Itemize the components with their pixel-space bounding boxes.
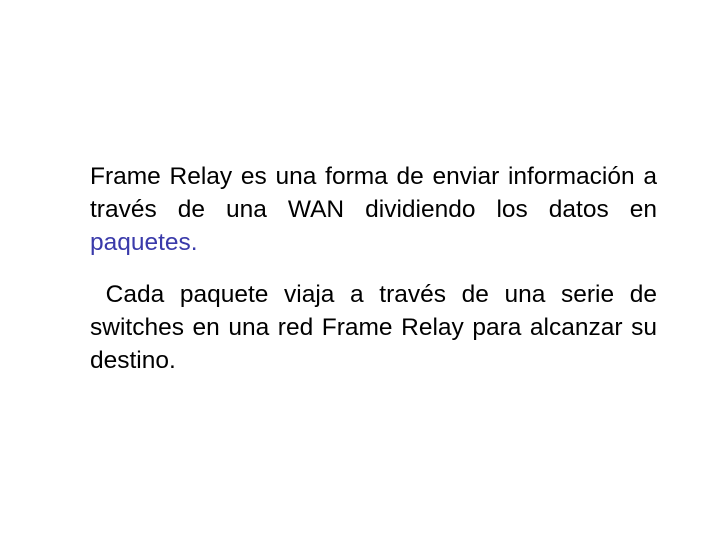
highlighted-term-paquetes: paquetes. [90,229,198,256]
body-text: Frame Relay es una forma de enviar infor… [90,160,657,377]
paragraph-packet-routing: Cada paquete viaja a través de una serie… [90,278,657,377]
paragraph-frame-relay-definition: Frame Relay es una forma de enviar infor… [90,160,657,259]
slide: Frame Relay es una forma de enviar infor… [0,0,720,540]
paragraph-text: Cada paquete viaja a través de una serie… [90,281,657,374]
paragraph-text: Frame Relay es una forma de enviar infor… [90,163,657,223]
